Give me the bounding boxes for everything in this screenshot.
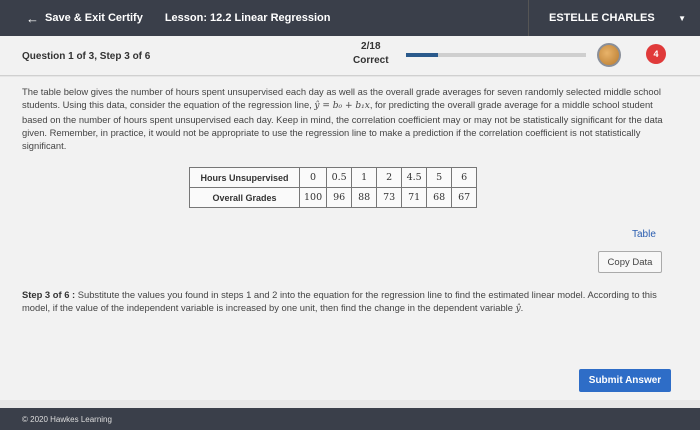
question-header: Question 1 of 3, Step 3 of 6 2/18 Correc…	[0, 36, 700, 76]
chevron-down-icon: ▼	[678, 14, 686, 23]
copy-data-button[interactable]: Copy Data	[598, 251, 662, 273]
row-header-grades: Overall Grades	[189, 187, 300, 208]
medal-icon	[597, 43, 621, 67]
step-label: Step 3 of 6 :	[22, 289, 76, 300]
save-exit-button[interactable]: ← Save & Exit Certify	[26, 11, 143, 26]
table-cell: 73	[376, 187, 403, 208]
footer: © 2020 Hawkes Learning	[0, 408, 700, 430]
question-label: Question 1 of 3, Step 3 of 6	[22, 51, 151, 62]
step-end: .	[520, 302, 524, 313]
attempts-badge: 4	[646, 44, 666, 64]
row-header-hours: Hours Unsupervised	[189, 167, 300, 188]
data-table: Hours Unsupervised 0 0.5 1 2 4.5 5 6 Ove…	[189, 167, 478, 208]
progress-bar	[406, 53, 586, 57]
table-cell: 71	[401, 187, 428, 208]
user-name: ESTELLE CHARLES	[549, 12, 655, 24]
problem-text: The table below gives the number of hour…	[22, 85, 672, 152]
table-cell: 2	[376, 167, 403, 188]
user-menu[interactable]: ESTELLE CHARLES ▼	[528, 0, 700, 36]
score-display: 2/18 Correct	[353, 40, 389, 68]
table-cell: 0.5	[326, 167, 353, 188]
table-cell: 68	[426, 187, 453, 208]
copyright-text: © 2020 Hawkes Learning	[22, 414, 112, 424]
lesson-title: Lesson: 12.2 Linear Regression	[164, 12, 331, 24]
question-content: The table below gives the number of hour…	[0, 77, 700, 400]
score-status: Correct	[353, 55, 389, 66]
table-cell: 88	[351, 187, 378, 208]
table-cell: 67	[451, 187, 478, 208]
table-cell: 100	[298, 187, 328, 208]
submit-answer-button[interactable]: Submit Answer	[579, 369, 671, 392]
step-text: Substitute the values you found in steps…	[22, 289, 657, 313]
table-row: Overall Grades 100 96 88 73 71 68 67	[189, 187, 478, 208]
top-bar: ← Save & Exit Certify Lesson: 12.2 Linea…	[0, 0, 700, 36]
table-link[interactable]: Table	[632, 229, 656, 240]
table-cell: 1	[351, 167, 378, 188]
back-arrow-icon: ←	[26, 10, 39, 26]
table-cell: 96	[326, 187, 353, 208]
step-instructions: Step 3 of 6 : Substitute the values you …	[22, 288, 672, 316]
table-row: Hours Unsupervised 0 0.5 1 2 4.5 5 6	[189, 167, 478, 188]
progress-fill	[406, 53, 439, 57]
table-cell: 4.5	[401, 167, 428, 188]
regression-equation: ŷ = b₀ + b₁x	[314, 101, 370, 111]
table-cell: 0	[298, 167, 328, 188]
save-exit-label: Save & Exit Certify	[45, 12, 143, 24]
table-cell: 5	[426, 167, 453, 188]
table-cell: 6	[451, 167, 478, 188]
score-value: 2/18	[361, 41, 381, 52]
